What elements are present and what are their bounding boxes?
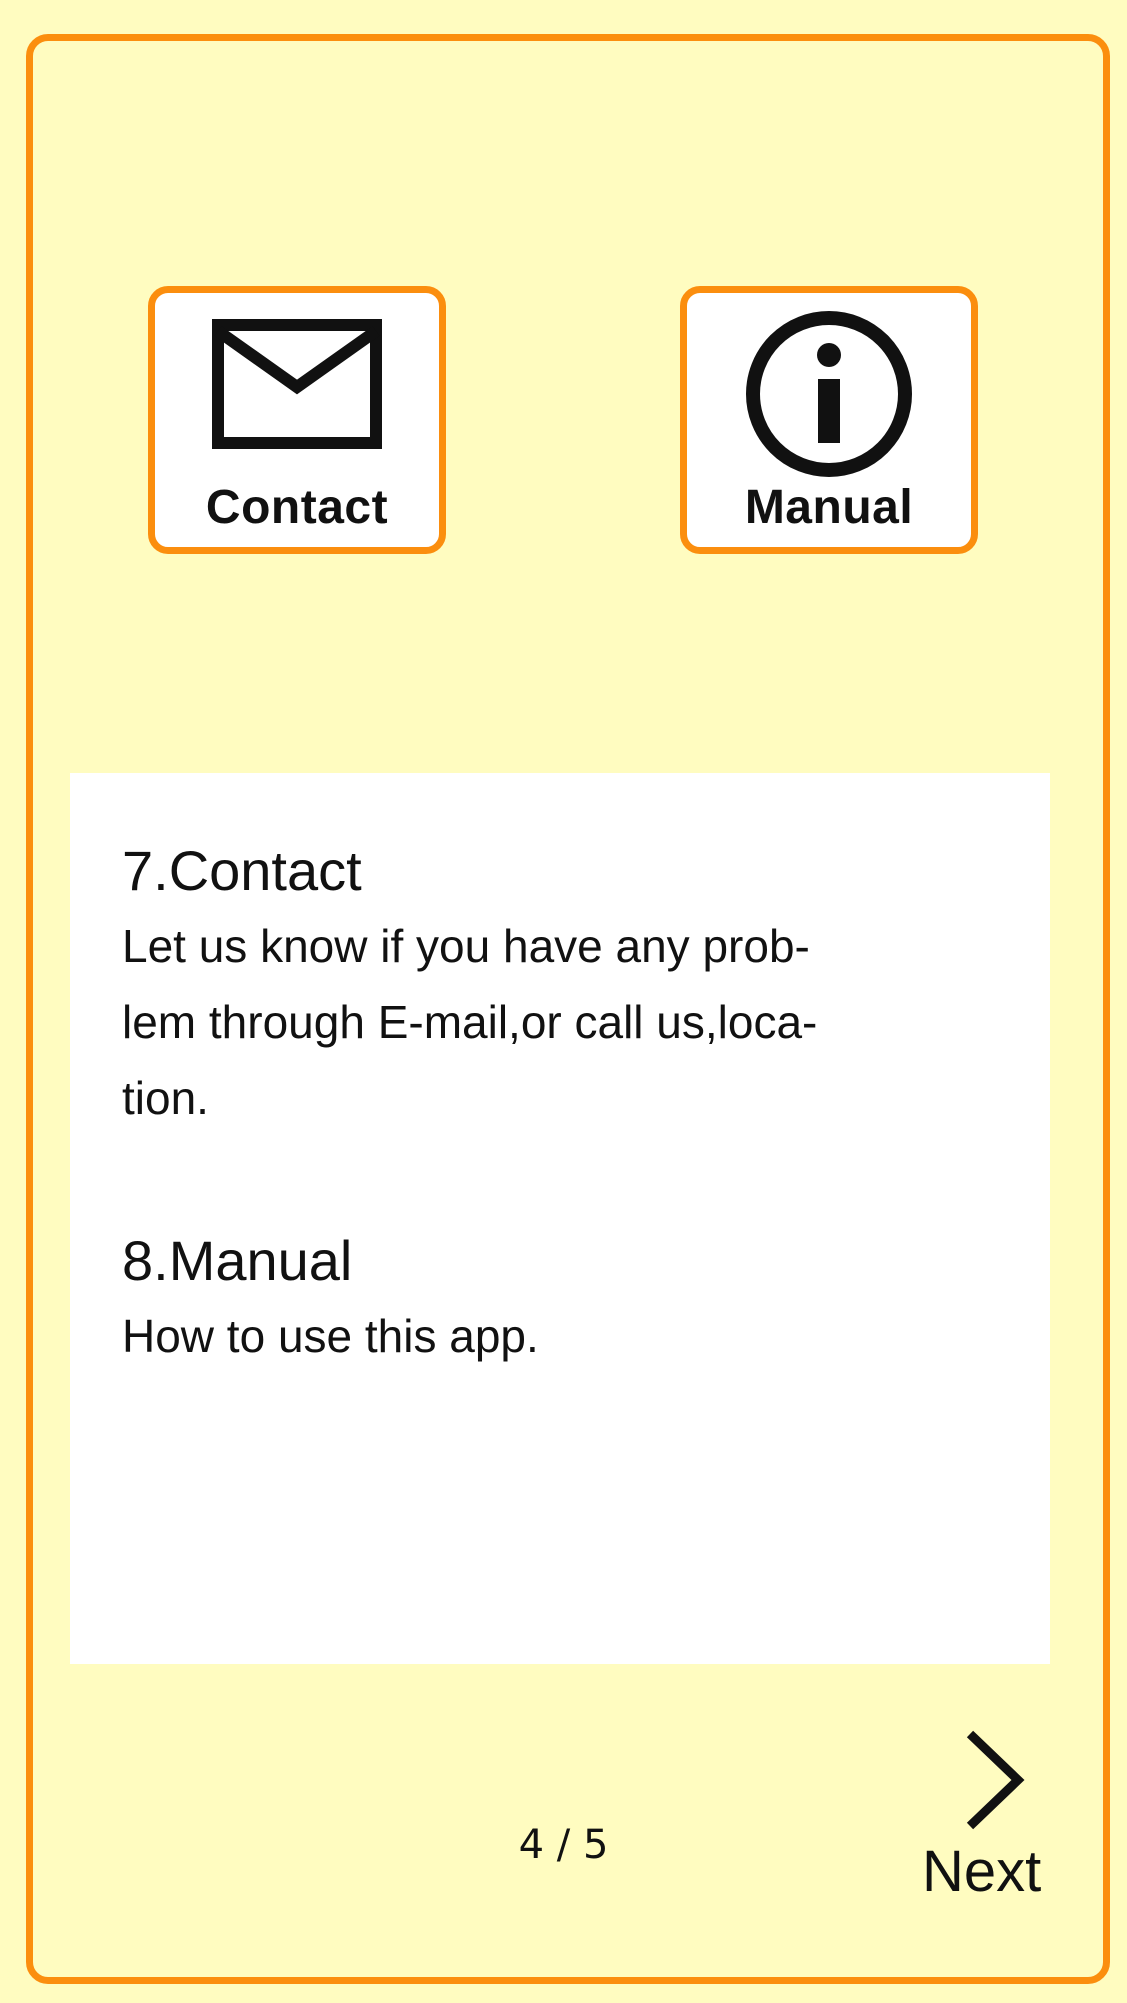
chevron-right-icon bbox=[966, 1730, 1025, 1830]
contact-button-label: Contact bbox=[205, 481, 389, 534]
section-title: 8.Manual bbox=[122, 1229, 353, 1292]
next-button[interactable]: Next bbox=[912, 1722, 1062, 1912]
next-label: Next bbox=[922, 1839, 1042, 1904]
section-body: Let us know if you have any prob- lem th… bbox=[122, 920, 818, 1124]
manual-button[interactable]: Manual bbox=[680, 286, 978, 554]
section-title: 7.Contact bbox=[122, 839, 362, 902]
info-icon bbox=[746, 311, 912, 477]
contact-button[interactable]: Contact bbox=[148, 286, 446, 554]
envelope-icon bbox=[212, 319, 382, 449]
info-panel: 7.Contact Let us know if you have any pr… bbox=[70, 773, 1050, 1664]
section-body: How to use this app. bbox=[122, 1310, 539, 1362]
section-manual: 8.Manual How to use this app. bbox=[122, 1228, 982, 1374]
manual-button-label: Manual bbox=[744, 481, 914, 534]
section-contact: 7.Contact Let us know if you have any pr… bbox=[122, 838, 982, 1136]
